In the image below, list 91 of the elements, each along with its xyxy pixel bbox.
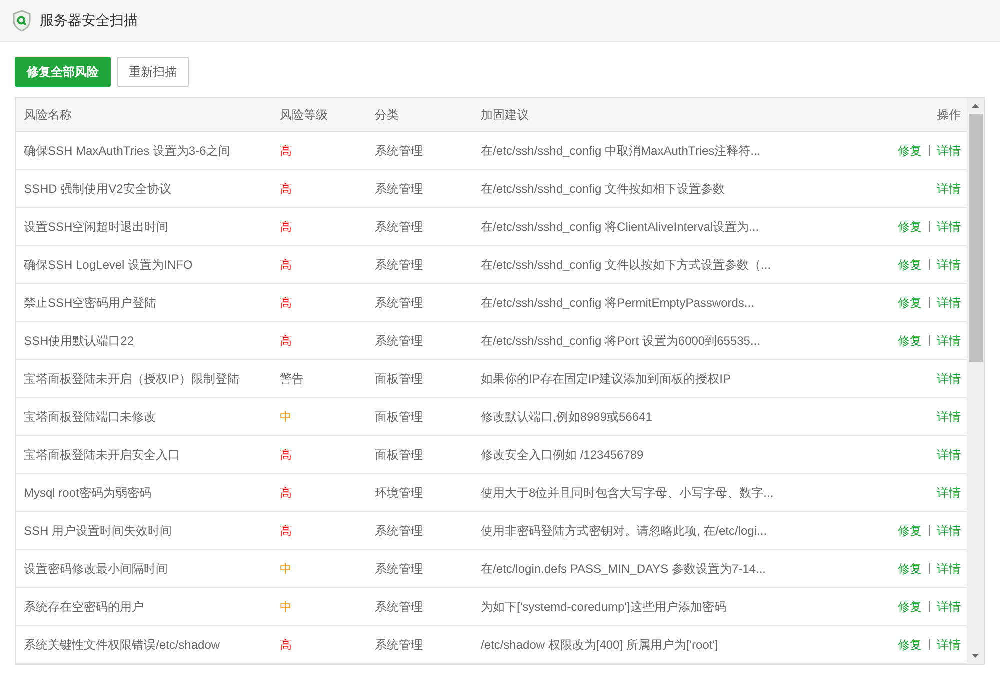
action-link[interactable]: 详情	[937, 560, 961, 578]
table-cell-text: SSH 用户设置时间失效时间	[23, 522, 174, 540]
risk-level: 高	[280, 446, 293, 464]
action-link[interactable]: 详情	[937, 294, 961, 312]
risk-level: 警告	[280, 370, 305, 388]
action-link[interactable]: 详情	[937, 408, 961, 426]
action-link[interactable]: 修复	[898, 218, 922, 236]
table-cell-text: 系统管理	[375, 256, 424, 274]
scroll-down-icon[interactable]	[971, 651, 980, 660]
table-cell-text: SSH使用默认端口22	[23, 332, 136, 350]
risk-level: 高	[280, 332, 293, 350]
table-cell-text: 系统管理	[375, 522, 424, 540]
table-cell-text: Mysql root密码为弱密码	[23, 484, 152, 502]
action-link[interactable]: 详情	[937, 180, 961, 198]
table-cell-text: 确保SSH LogLevel 设置为INFO	[23, 256, 194, 274]
table-cell-text: 修改安全入口例如 /123456789	[481, 446, 645, 464]
action-link[interactable]: 详情	[937, 446, 961, 464]
table-cell-text: 在/etc/ssh/sshd_config 中取消MaxAuthTries注释符...	[481, 142, 762, 160]
table-cell-text: 设置SSH空闲超时退出时间	[23, 218, 170, 236]
table-cell-text: 修改默认端口,例如8989或56641	[481, 408, 654, 426]
table-cell-text: 系统管理	[375, 598, 424, 616]
risk-level: 中	[280, 598, 293, 616]
column-header: 风险名称	[23, 106, 73, 124]
table-cell-text: 环境管理	[375, 484, 424, 502]
table-cell-text: 系统管理	[375, 560, 424, 578]
table-cell-text: 为如下['systemd-coredump']这些用户添加密码	[481, 598, 728, 616]
action-link[interactable]: 修复	[898, 142, 922, 160]
table-cell-text: 确保SSH MaxAuthTries 设置为3-6之间	[23, 142, 232, 160]
table-cell-text: 在/etc/ssh/sshd_config 将Port 设置为6000到65535...	[481, 332, 762, 350]
scrollbar[interactable]	[967, 98, 984, 664]
action-link[interactable]: 修复	[898, 598, 922, 616]
table-cell-text: 系统管理	[375, 636, 424, 654]
toolbar-button[interactable]: 重新扫描	[117, 57, 189, 87]
table-cell-text: 使用非密码登陆方式密钥对。请忽略此项, 在/etc/logi...	[481, 522, 768, 540]
risk-level: 高	[280, 294, 293, 312]
table-cell-text: 系统存在空密码的用户	[23, 598, 145, 616]
risk-level: 高	[280, 180, 293, 198]
table-cell-text: 面板管理	[375, 446, 424, 464]
action-link[interactable]: 详情	[937, 370, 961, 388]
action-link[interactable]: 详情	[937, 332, 961, 350]
table-cell-text: 在/etc/login.defs PASS_MIN_DAYS 参数设置为7-14...	[481, 560, 767, 578]
table-cell-text: 在/etc/ssh/sshd_config 将PermitEmptyPasswords...	[481, 294, 756, 312]
table-cell-text: 宝塔面板登陆未开启安全入口	[23, 446, 181, 464]
table-cell-text: 宝塔面板登陆未开启（授权IP）限制登陆	[23, 370, 240, 388]
table-cell-text: 宝塔面板登陆端口未修改	[23, 408, 157, 426]
table-cell-text: /etc/shadow 权限改为[400] 所属用户为['root']	[481, 636, 720, 654]
table-cell-text: 如果你的IP存在固定IP建议添加到面板的授权IP	[481, 370, 732, 388]
scroll-up-icon[interactable]	[971, 102, 980, 111]
risk-level: 高	[280, 142, 293, 160]
table-cell-text: 系统管理	[375, 218, 424, 236]
table-cell-text: 系统管理	[375, 332, 424, 350]
table-cell-text: 系统管理	[375, 180, 424, 198]
column-header: 加固建议	[481, 106, 530, 124]
action-link[interactable]: 详情	[937, 522, 961, 540]
table-cell-text: 在/etc/ssh/sshd_config 文件以按如下方式设置参数（...	[481, 256, 772, 274]
risk-level: 高	[280, 636, 293, 654]
action-link[interactable]: 详情	[937, 484, 961, 502]
column-header: 分类	[375, 106, 400, 124]
risk-level: 中	[280, 560, 293, 578]
action-link[interactable]: 详情	[937, 218, 961, 236]
risk-level: 中	[280, 408, 293, 426]
action-link[interactable]: 详情	[937, 636, 961, 654]
action-link[interactable]: 修复	[898, 256, 922, 274]
risk-level: 高	[280, 218, 293, 236]
table-cell-text: 面板管理	[375, 408, 424, 426]
risk-level: 高	[280, 522, 293, 540]
column-header: 风险等级	[280, 106, 329, 124]
action-link[interactable]: 详情	[937, 142, 961, 160]
table-cell-text: 禁止SSH空密码用户登陆	[23, 294, 158, 312]
action-link[interactable]: 详情	[937, 256, 961, 274]
column-header: 操作	[937, 106, 962, 124]
action-link[interactable]: 修复	[898, 636, 922, 654]
shield-search-icon	[12, 10, 32, 32]
table-cell-text: 系统管理	[375, 294, 424, 312]
table-cell-text: 在/etc/ssh/sshd_config 将ClientAliveInterval设置为...	[481, 218, 760, 236]
risk-level: 高	[280, 256, 293, 274]
action-link[interactable]: 详情	[937, 598, 961, 616]
toolbar-button[interactable]: 修复全部风险	[15, 57, 111, 87]
action-link[interactable]: 修复	[898, 560, 922, 578]
table-cell-text: 在/etc/ssh/sshd_config 文件按如相下设置参数	[481, 180, 726, 198]
table-cell-text: 设置密码修改最小间隔时间	[23, 560, 169, 578]
table-cell-text: SSHD 强制使用V2安全协议	[23, 180, 172, 198]
action-link[interactable]: 修复	[898, 522, 922, 540]
table-cell-text: 使用大于8位并且同时包含大写字母、小写字母、数字...	[481, 484, 775, 502]
action-link[interactable]: 修复	[898, 294, 922, 312]
window-title: 服务器安全扫描	[40, 11, 138, 30]
table-cell-text: 系统管理	[375, 142, 424, 160]
table-cell-text: 系统关键性文件权限错误/etc/shadow	[23, 636, 222, 654]
table-cell-text: 面板管理	[375, 370, 424, 388]
action-link[interactable]: 修复	[898, 332, 922, 350]
risk-level: 高	[280, 484, 293, 502]
